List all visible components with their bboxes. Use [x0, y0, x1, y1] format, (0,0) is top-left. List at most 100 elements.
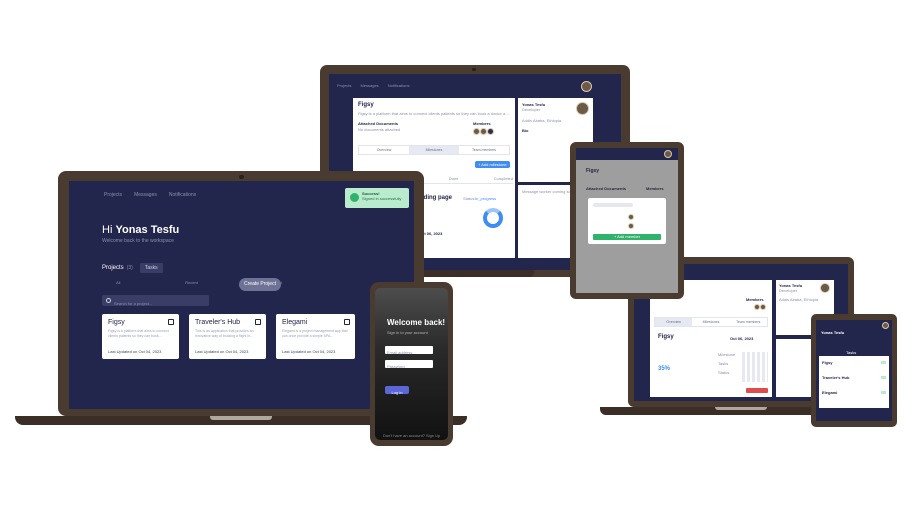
project-card[interactable]: Elegami Elegami is a project management … — [276, 314, 355, 359]
progress-donut — [483, 208, 503, 228]
welcome-text: Welcome back to the workspace — [102, 238, 174, 244]
right-percent: 35% — [658, 366, 671, 372]
avatar[interactable] — [581, 81, 592, 92]
member-avatar — [628, 214, 634, 220]
back-laptop-camera — [472, 68, 476, 71]
project-card[interactable]: Traveler's Hub This is an application th… — [189, 314, 266, 359]
right-tablet-list: Figsy Traveler's Hub Elegami — [819, 356, 889, 408]
profile-location: Addis Ababa, Ethiopia — [522, 118, 562, 123]
filter-recent[interactable]: Recent — [185, 280, 198, 285]
create-project-label: Create Project — [244, 281, 276, 287]
main-laptop-screen: Projects Messages Notifications Success!… — [69, 181, 414, 409]
open-external-icon[interactable] — [344, 319, 350, 325]
right-project-tabs: Overview Milestones Team members — [654, 317, 768, 327]
user-name: Yonas Tesfu — [115, 224, 180, 236]
phone-footer: Don't have an account? Sign Up — [383, 433, 441, 438]
tablet-screen: Figsy Attached Documents Members + Add m… — [576, 148, 678, 293]
project-description: Figsy is a platform that aims to connect… — [358, 111, 510, 116]
card-title: Traveler's Hub — [195, 319, 241, 326]
member-avatar — [628, 223, 634, 229]
status-value: In_progress — [475, 196, 497, 201]
card-updated: Last Updated on Oct 04, 2023 — [282, 349, 336, 354]
status-dot — [881, 391, 886, 394]
tasks-tab[interactable]: Tasks — [139, 263, 163, 273]
card-description: Elegami is a project management app that… — [282, 329, 348, 338]
create-project-button[interactable]: Create Project — [239, 278, 281, 291]
toast-message: Signed in successfully — [362, 196, 402, 201]
list-item[interactable]: Elegami — [822, 390, 837, 395]
avatar[interactable] — [882, 322, 889, 329]
nav-notifications[interactable]: Notifications — [388, 83, 410, 88]
open-external-icon[interactable] — [255, 319, 261, 325]
nav-messages[interactable]: Messages — [134, 192, 157, 198]
back-nav: Projects Messages Notifications — [337, 83, 409, 88]
card-updated: Last Updated on Oct 04, 2023 — [195, 349, 249, 354]
avatar[interactable] — [664, 150, 672, 158]
projects-header: Projects (3) Tasks — [102, 263, 163, 273]
right-tablet-screen: Yonas Tesfu Tasks Figsy Traveler's Hub E… — [816, 320, 892, 421]
main-laptop-notch — [210, 416, 272, 420]
tab-milestones[interactable]: Milestones — [692, 318, 729, 326]
add-milestone-button[interactable]: + Add milestone — [475, 161, 510, 168]
tab-overview[interactable]: Overview — [655, 318, 693, 326]
subtab-done[interactable]: Done — [449, 176, 459, 181]
attached-docs-sub: No documents attached — [358, 127, 401, 132]
label-status: Status — [718, 370, 730, 375]
phone-login-button[interactable]: Log in — [385, 386, 409, 395]
phone-password-input[interactable]: Password — [385, 360, 433, 369]
card-description: Figsy is a platform that aims to connect… — [108, 329, 169, 338]
list-item[interactable]: Traveler's Hub — [822, 375, 849, 380]
add-member-label: + Add member — [613, 234, 641, 239]
search-placeholder: Search for a project... — [114, 301, 153, 306]
member-avatar — [473, 128, 480, 135]
card-description: This is an application that provides an … — [195, 329, 254, 338]
greeting: Hi Yonas Tesfu — [102, 224, 179, 236]
tablet-topbar — [576, 148, 678, 160]
member-avatar — [760, 304, 766, 310]
password-placeholder: Password — [387, 364, 405, 369]
right-laptop-notch — [715, 407, 767, 410]
phone-subtitle: Sign in to your account — [387, 330, 428, 335]
nav-messages[interactable]: Messages — [360, 83, 378, 88]
success-toast: Success! Signed in successfully — [345, 188, 409, 208]
phone-screen: Welcome back! Sign in to your account Em… — [375, 288, 448, 440]
profile-avatar — [576, 102, 589, 115]
right-due-date: Oct 06, 2023 — [730, 336, 754, 341]
add-member-button[interactable]: + Add member — [593, 234, 661, 240]
nav-projects[interactable]: Projects — [337, 83, 351, 88]
card-updated: Last Updated on Oct 04, 2023 — [108, 349, 162, 354]
right-profile-avatar — [820, 283, 830, 293]
email-placeholder: Email address — [387, 350, 413, 355]
subtab-completed[interactable]: Completed — [494, 176, 513, 181]
nav-notifications[interactable]: Notifications — [169, 192, 196, 198]
nav-projects[interactable]: Projects — [104, 192, 122, 198]
modal-field — [593, 203, 633, 207]
card-title: Figsy — [108, 319, 125, 326]
search-input[interactable]: Search for a project... — [102, 295, 209, 306]
label-tasks: Tasks — [718, 361, 729, 366]
tab-overview[interactable]: Overview — [359, 146, 409, 154]
card-title: Elegami — [282, 319, 308, 326]
phone-welcome: Welcome back! — [387, 318, 446, 327]
members-label: Members — [473, 121, 491, 126]
member-avatar — [480, 128, 487, 135]
list-item[interactable]: Figsy — [822, 360, 832, 365]
tab-team-members[interactable]: Team members — [459, 146, 509, 154]
main-nav: Projects Messages Notifications — [104, 192, 196, 198]
right-danger-button[interactable] — [746, 388, 768, 393]
phone-email-input[interactable]: Email address — [385, 346, 433, 355]
tab-team-members[interactable]: Team members — [730, 318, 767, 326]
attached-docs-label: Attached Documents — [358, 121, 399, 126]
back-laptop-base — [416, 270, 534, 277]
projects-label[interactable]: Projects — [102, 265, 124, 271]
filter-all[interactable]: All — [116, 280, 120, 285]
right-grid — [742, 352, 768, 382]
greeting-prefix: Hi — [102, 224, 113, 236]
add-member-modal: + Add member — [588, 198, 666, 244]
right-profile-location: Addis Ababa, Ethiopia — [779, 297, 819, 302]
tab-milestones[interactable]: Milestones — [409, 146, 459, 154]
bio-label: Bio — [522, 128, 529, 133]
open-external-icon[interactable] — [168, 319, 174, 325]
right-tablet-tab[interactable]: Tasks — [846, 350, 856, 355]
project-card[interactable]: Figsy Figsy is a platform that aims to c… — [102, 314, 179, 359]
